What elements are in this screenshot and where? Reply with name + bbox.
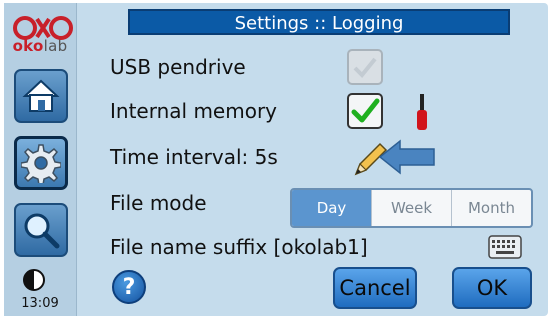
- checkmark-icon: [351, 98, 380, 123]
- time-interval-label: Time interval: 5s: [110, 145, 278, 169]
- search-button[interactable]: [14, 203, 68, 257]
- clock: 13:09: [21, 296, 59, 311]
- usb-pendrive-checkbox[interactable]: [347, 49, 383, 85]
- home-icon: [22, 79, 60, 112]
- usb-pendrive-label: USB pendrive: [110, 55, 246, 79]
- file-mode-label: File mode: [110, 191, 207, 215]
- checkmark-icon: [353, 57, 377, 78]
- keyboard-icon[interactable]: [488, 235, 522, 259]
- file-mode-selector: Day Week Month: [290, 188, 533, 228]
- contrast-icon[interactable]: [22, 268, 46, 292]
- file-mode-week[interactable]: Week: [372, 190, 452, 226]
- settings-button[interactable]: [14, 136, 68, 190]
- arrow-icon: [378, 139, 435, 175]
- brand-name: okolab: [12, 37, 68, 55]
- file-mode-month[interactable]: Month: [452, 190, 531, 226]
- sidebar: okolab 13:09: [4, 3, 77, 316]
- gear-icon: [21, 144, 61, 183]
- home-button[interactable]: [14, 69, 68, 123]
- cancel-button[interactable]: Cancel: [333, 267, 417, 309]
- page-title: Settings :: Logging: [128, 9, 510, 35]
- internal-memory-checkbox[interactable]: [347, 93, 383, 129]
- ok-button[interactable]: OK: [452, 267, 532, 309]
- wrench-icon[interactable]: [414, 92, 430, 132]
- search-icon: [24, 213, 60, 249]
- file-name-suffix-label: File name suffix [okolab1]: [110, 235, 368, 259]
- file-mode-day[interactable]: Day: [292, 190, 372, 226]
- internal-memory-label: Internal memory: [110, 99, 278, 123]
- help-button[interactable]: ?: [112, 270, 146, 304]
